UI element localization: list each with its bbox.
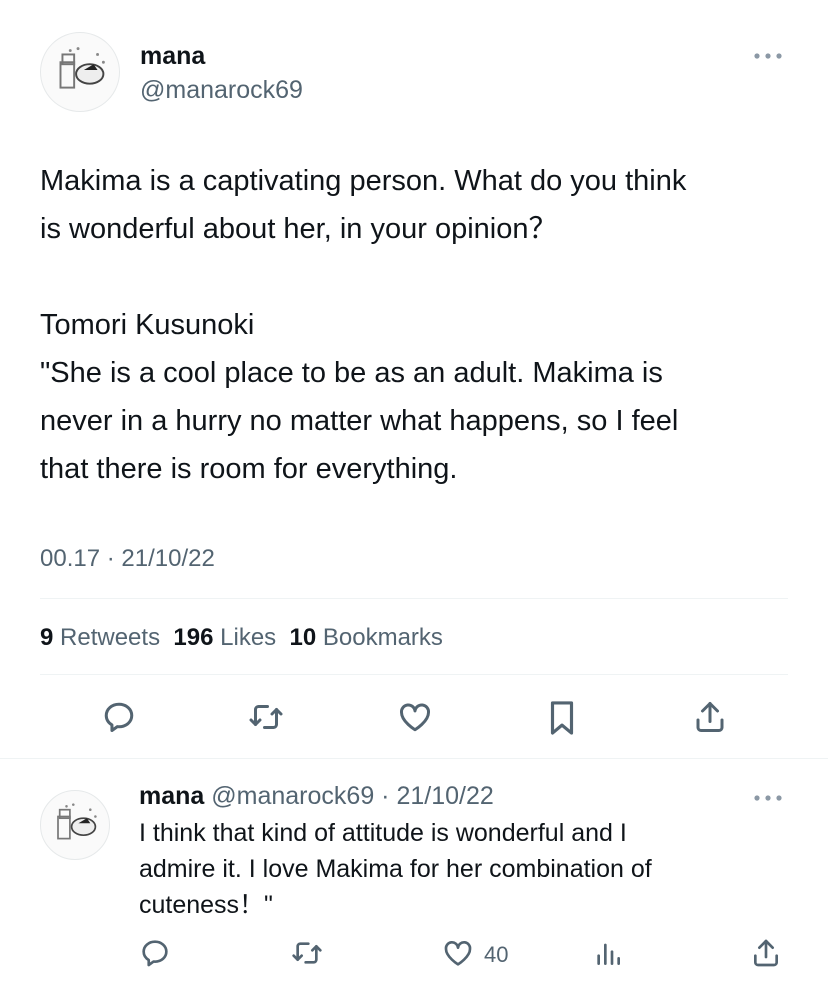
bookmark-icon[interactable] [546, 699, 578, 737]
reply-date[interactable]: · 21/10/22 [381, 782, 494, 810]
author-avatar[interactable] [40, 32, 120, 112]
reply-icon[interactable] [101, 699, 137, 735]
tweet-text: Makima is a captivating person. What do … [40, 165, 687, 485]
retweets-stat[interactable]: 9 Retweets [40, 624, 160, 651]
reply-author-avatar[interactable] [40, 790, 110, 860]
reply-like-icon[interactable] [441, 937, 475, 969]
author-handle[interactable]: @manarock69 [140, 76, 303, 105]
tweet-timestamp[interactable]: 00.17 · 21/10/22 [40, 545, 215, 573]
tweet-stats: 9 Retweets 196 Likes 10 Bookmarks [40, 624, 443, 652]
divider [0, 758, 828, 759]
reply-header: mana @manarock69 · 21/10/22 [139, 782, 494, 811]
reply-text: I think that kind of attitude is wonderf… [139, 819, 652, 919]
reply-like-count: 40 [484, 942, 509, 967]
like-icon[interactable] [396, 699, 434, 735]
likes-stat[interactable]: 196 Likes [173, 624, 276, 651]
reply-retweet-icon[interactable] [289, 937, 325, 969]
author-name[interactable]: mana [140, 42, 205, 71]
more-icon[interactable] [752, 48, 784, 64]
reply-share-icon[interactable] [750, 936, 782, 970]
views-icon[interactable] [592, 937, 624, 969]
reply-author-handle[interactable]: @manarock69 [211, 782, 374, 810]
divider [40, 598, 788, 599]
share-icon[interactable] [692, 698, 728, 736]
reply-reply-icon[interactable] [139, 937, 171, 969]
bookmarks-stat[interactable]: 10 Bookmarks [290, 624, 443, 651]
reply-author-name[interactable]: mana [139, 782, 204, 810]
divider [40, 674, 788, 675]
reply-more-icon[interactable] [752, 790, 784, 806]
retweet-icon[interactable] [246, 699, 286, 735]
